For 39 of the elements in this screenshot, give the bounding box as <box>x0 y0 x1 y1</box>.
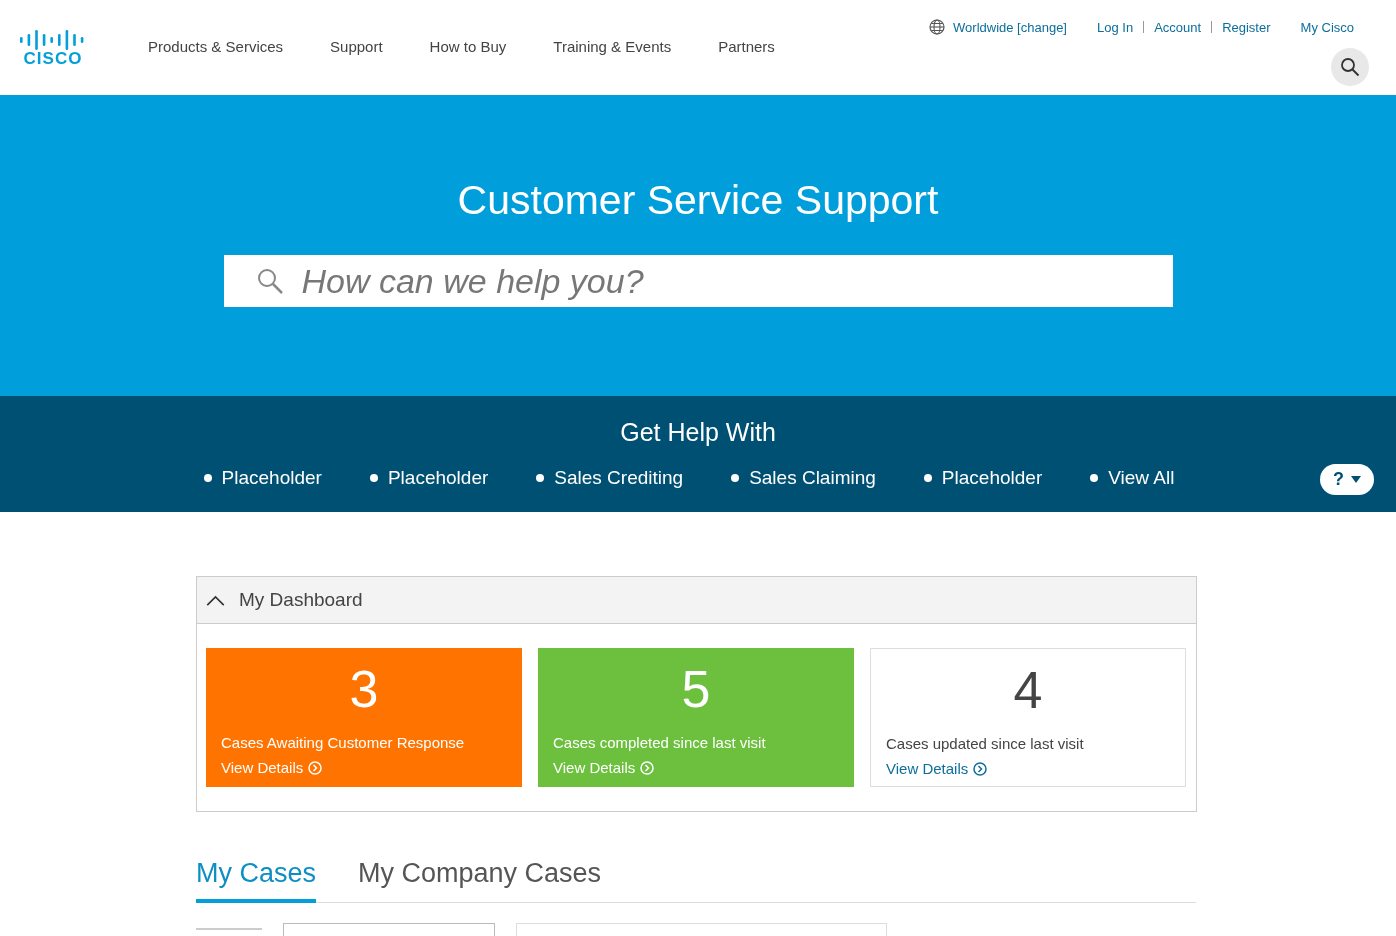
case-tab[interactable]: My Cases <box>196 858 317 903</box>
help-topic-link[interactable]: Placeholder <box>203 467 322 489</box>
nav-link[interactable]: Support <box>330 38 383 55</box>
help-topic-link[interactable]: View All <box>1090 467 1175 489</box>
nav-link[interactable]: Training & Events <box>553 38 672 55</box>
account-link[interactable]: Register <box>1222 19 1271 35</box>
nav-link[interactable]: Products & Services <box>148 38 284 55</box>
case-tab[interactable]: My Company Cases <box>358 858 602 903</box>
view-details-link[interactable]: View Details <box>886 760 988 777</box>
help-button[interactable]: ? <box>1320 464 1374 495</box>
caret-icon <box>1351 475 1361 484</box>
search-field[interactable]: How can we help you? <box>223 255 1173 307</box>
nav-link[interactable]: Partners <box>718 38 775 55</box>
nav-link[interactable]: How to Buy <box>429 38 507 55</box>
case-count: 4 <box>1013 663 1043 717</box>
my-cisco-link[interactable]: My Cisco <box>1300 19 1354 35</box>
dashboard-title: My Dashboard <box>239 589 363 611</box>
card-label: Cases completed since last visit <box>553 734 767 751</box>
help-topic-link[interactable]: Placeholder <box>923 467 1043 489</box>
help-topic-link[interactable]: Sales Claiming <box>731 467 876 489</box>
chevron-icon <box>206 594 225 606</box>
search-icon <box>255 267 284 295</box>
account-link[interactable]: Account <box>1154 19 1202 35</box>
logo-wordmark: CISCO <box>23 50 83 68</box>
account-link[interactable]: Log In <box>1097 19 1134 35</box>
search-icon <box>1340 57 1360 77</box>
hero-title: Customer Service Support <box>457 176 939 225</box>
globe-icon <box>929 19 946 35</box>
case-count: 5 <box>681 662 711 716</box>
search-button[interactable] <box>1331 48 1369 86</box>
dashboard-header[interactable]: My Dashboard <box>197 577 1196 624</box>
card-label: Cases Awaiting Customer Response <box>221 734 466 751</box>
card-label: Cases updated since last visit <box>886 735 1085 752</box>
help-title: Get Help With <box>620 418 776 447</box>
logo-bars-icon <box>20 30 86 50</box>
region-link[interactable]: Worldwide [change] <box>953 19 1067 35</box>
case-count: 3 <box>349 662 379 716</box>
help-topic-link[interactable]: Sales Crediting <box>536 467 684 489</box>
help-topic-link[interactable]: Placeholder <box>369 467 489 489</box>
